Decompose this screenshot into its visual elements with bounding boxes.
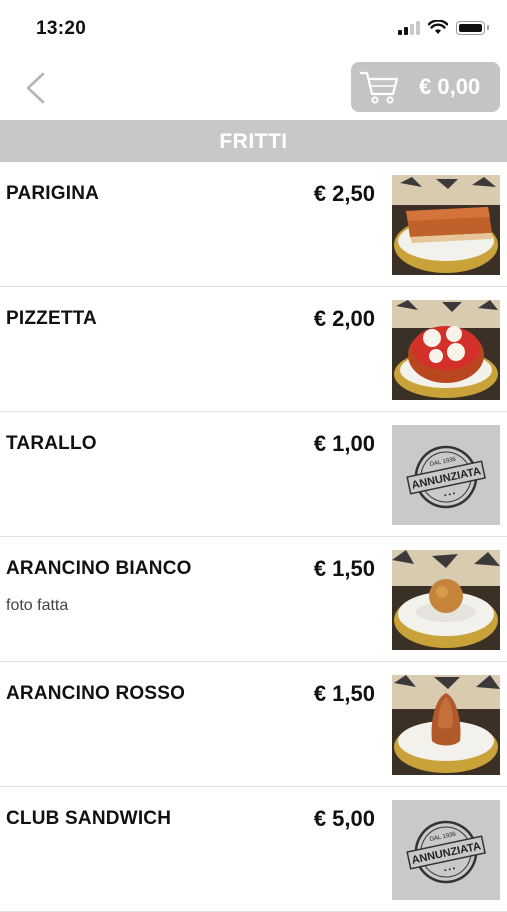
status-bar: 13:20 — [0, 0, 507, 58]
cart-button[interactable]: € 0,00 — [351, 62, 500, 112]
item-name: PIZZETTA — [6, 308, 97, 329]
item-name: PARIGINA — [6, 183, 100, 204]
item-price: € 1,50 — [313, 681, 375, 706]
item-name: ARANCINO ROSSO — [6, 683, 186, 704]
battery-icon — [456, 20, 489, 35]
wifi-icon — [428, 20, 448, 34]
list-item[interactable]: PARIGINA € 2,50 — [0, 162, 507, 287]
arancino-rosso-photo — [392, 675, 500, 775]
item-description: foto fatta — [6, 597, 69, 614]
cart-total: € 0,00 — [419, 74, 481, 99]
annunziata-logo-placeholder: ANNUNZIATA DAL 1936 • • • — [392, 800, 500, 900]
item-price: € 1,00 — [313, 431, 375, 456]
list-item[interactable]: CLUB SANDWICH € 5,00 ANNUNZIATA DAL 1936… — [0, 787, 507, 912]
list-item[interactable]: PIZZETTA € 2,00 — [0, 287, 507, 412]
annunziata-logo-placeholder: ANNUNZIATA DAL 1936 • • • — [392, 425, 500, 525]
pizzetta-photo — [392, 300, 500, 400]
item-name: ARANCINO BIANCO — [6, 558, 192, 579]
status-time: 13:20 — [36, 18, 87, 39]
item-name: CLUB SANDWICH — [6, 808, 172, 829]
back-button[interactable] — [18, 68, 58, 108]
parigina-photo — [392, 175, 500, 275]
cellular-signal-icon — [398, 20, 420, 35]
item-price: € 2,50 — [313, 181, 375, 206]
chevron-left-icon — [26, 72, 45, 104]
item-price: € 1,50 — [313, 556, 375, 581]
item-name: TARALLO — [6, 433, 97, 454]
product-list: PARIGINA € 2,50 PIZZETTA € 2,00 TARALLO … — [0, 162, 507, 912]
list-item[interactable]: ARANCINO ROSSO € 1,50 — [0, 662, 507, 787]
cart-icon — [359, 71, 399, 104]
arancino-bianco-photo — [392, 550, 500, 650]
list-item[interactable]: ARANCINO BIANCO € 1,50 foto fatta — [0, 537, 507, 662]
item-price: € 5,00 — [313, 806, 375, 831]
list-item[interactable]: TARALLO € 1,00 ANNUNZIATA DAL 1936 • • • — [0, 412, 507, 537]
section-header: FRITTI — [0, 120, 507, 162]
item-price: € 2,00 — [313, 306, 375, 331]
status-icons — [398, 20, 489, 35]
